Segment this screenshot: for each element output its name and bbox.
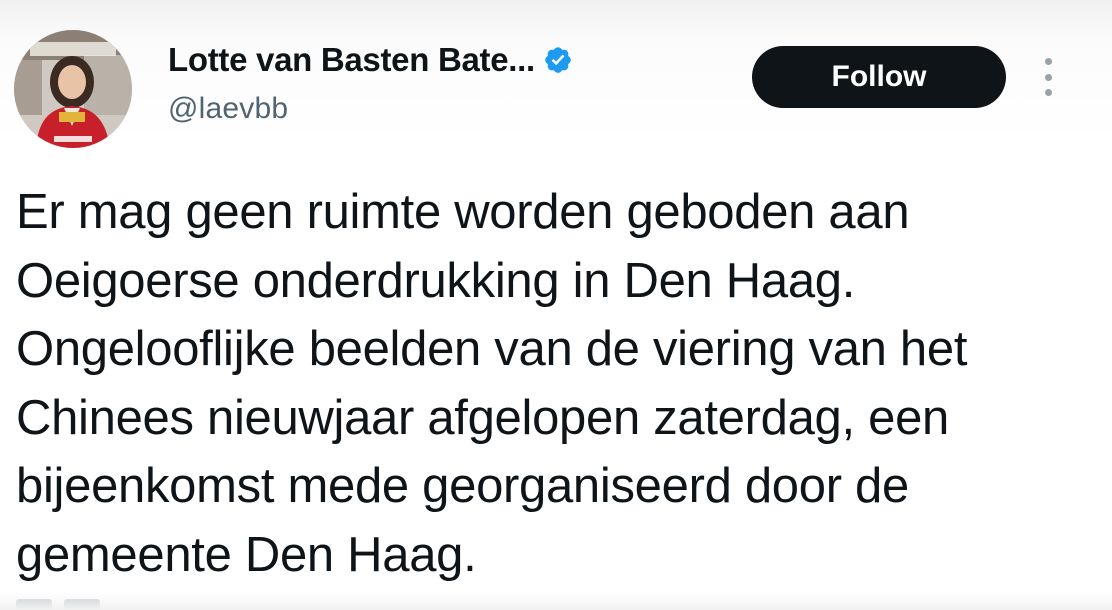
tweet-text-line: Chinees nieuwjaar afgelopen zaterdag, ee… [16, 390, 949, 445]
name-row: Lotte van Basten Bate... [168, 38, 573, 82]
avatar-photo [14, 30, 132, 148]
tweet-text-line: gemeente Den Haag. [16, 527, 477, 582]
more-dot [1044, 58, 1052, 65]
more-options-icon[interactable] [1036, 58, 1060, 96]
more-dot [1044, 73, 1052, 81]
tweet-text-line: bijeenkomst mede georganiseerd door de [16, 459, 909, 513]
tweet-card: Lotte van Basten Bate... @laevbb Follow … [0, 0, 1112, 610]
follow-button[interactable]: Follow [752, 46, 1006, 108]
avatar[interactable] [14, 30, 132, 148]
more-dot [1044, 89, 1052, 96]
display-name[interactable]: Lotte van Basten Bate... [168, 41, 535, 79]
tweet-text: Er mag geen ruimte worden geboden aan Oe… [16, 178, 1096, 589]
user-handle[interactable]: @laevbb [168, 92, 288, 126]
tweet-text-line: Oeigoerse onderdrukking in Den Haag. [16, 253, 856, 308]
verified-badge-icon[interactable] [543, 45, 573, 75]
tweet-text-line: Er mag geen ruimte worden geboden aan [16, 185, 910, 239]
tweet-text-line: Ongelooflijke beelden van de viering van… [16, 322, 968, 376]
bottom-fade [0, 592, 1112, 610]
